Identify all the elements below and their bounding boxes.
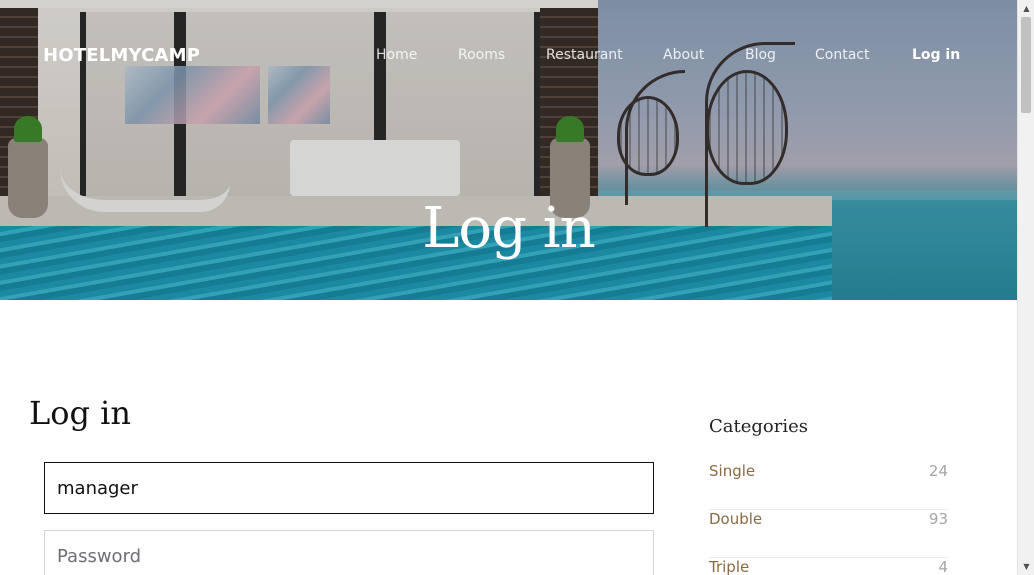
categories-title: Categories	[709, 416, 808, 437]
category-name[interactable]: Double	[709, 510, 762, 528]
category-item[interactable]: Double 93	[709, 510, 948, 558]
site-brand[interactable]: HOTELMYCAMP	[43, 45, 200, 66]
username-field[interactable]	[44, 462, 654, 514]
password-field[interactable]	[44, 530, 654, 575]
nav-login[interactable]: Log in	[912, 47, 960, 63]
page-scrollbar[interactable]: ▲ ▼	[1017, 0, 1034, 575]
nav-about[interactable]: About	[663, 47, 704, 63]
category-name[interactable]: Triple	[709, 558, 749, 575]
nav-restaurant[interactable]: Restaurant	[546, 47, 623, 63]
nav-contact[interactable]: Contact	[815, 47, 869, 63]
nav-home[interactable]: Home	[376, 47, 417, 63]
hero-title: Log in	[422, 196, 596, 261]
nav-blog[interactable]: Blog	[745, 47, 776, 63]
scrollbar-thumb[interactable]	[1021, 17, 1031, 113]
category-item[interactable]: Single 24	[709, 462, 948, 510]
category-item[interactable]: Triple 4	[709, 558, 948, 575]
page-title: Log in	[29, 394, 132, 432]
category-count: 24	[928, 462, 948, 480]
category-count: 4	[938, 558, 948, 575]
chevron-up-icon[interactable]: ▲	[1018, 0, 1034, 17]
nav-rooms[interactable]: Rooms	[458, 47, 505, 63]
category-count: 93	[928, 510, 948, 528]
category-name[interactable]: Single	[709, 462, 755, 480]
chevron-down-icon[interactable]: ▼	[1018, 558, 1034, 575]
